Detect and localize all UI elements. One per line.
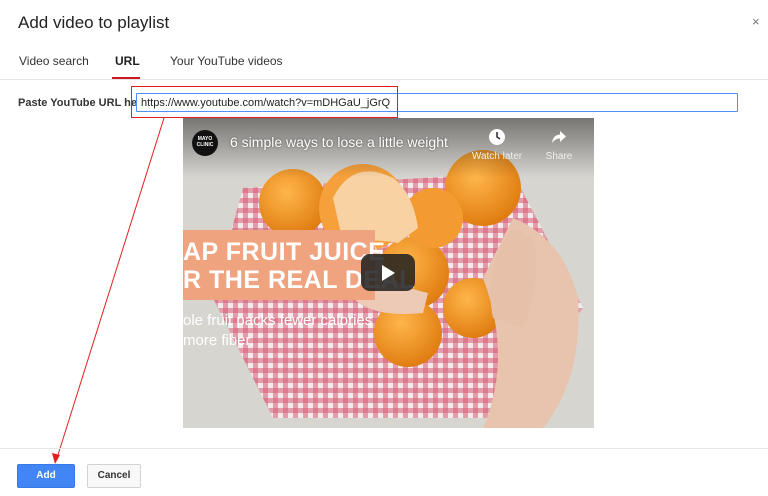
tab-your-youtube-videos[interactable]: Your YouTube videos [170,54,283,68]
close-icon[interactable]: × [752,15,760,28]
url-field-label: Paste YouTube URL here: [18,97,152,109]
watch-later-button[interactable]: Watch later [469,128,525,162]
watch-later-label: Watch later [471,151,523,162]
play-button[interactable] [361,254,415,291]
active-tab-indicator [112,77,140,79]
thumbnail-caption-line1: AP FRUIT JUICE [183,238,386,266]
add-videos-button[interactable]: Add videos [17,464,75,496]
dialog-footer: Add videos Cancel [0,448,768,496]
share-icon [552,131,566,143]
tab-url[interactable]: URL [115,54,140,68]
video-preview[interactable]: MAYO CLINIC 6 simple ways to lose a litt… [183,118,594,428]
video-title[interactable]: 6 simple ways to lose a little weight [230,134,448,150]
play-icon [382,265,395,281]
channel-logo[interactable]: MAYO CLINIC [192,130,218,156]
share-button[interactable]: Share [531,128,587,162]
thumbnail-subtitle-line1: ole fruit packs fewer calories [183,312,373,329]
thumbnail-subtitle-line2: more fiber. [183,332,254,349]
tab-video-search[interactable]: Video search [19,54,89,68]
cancel-button[interactable]: Cancel [87,464,141,488]
add-video-dialog: Add video to playlist × Video search URL… [0,0,768,496]
youtube-url-input[interactable] [136,93,738,112]
tab-bar: Video search URL Your YouTube videos [0,52,768,80]
clock-icon [489,129,505,145]
dialog-title: Add video to playlist [18,13,170,32]
share-label: Share [545,151,573,162]
